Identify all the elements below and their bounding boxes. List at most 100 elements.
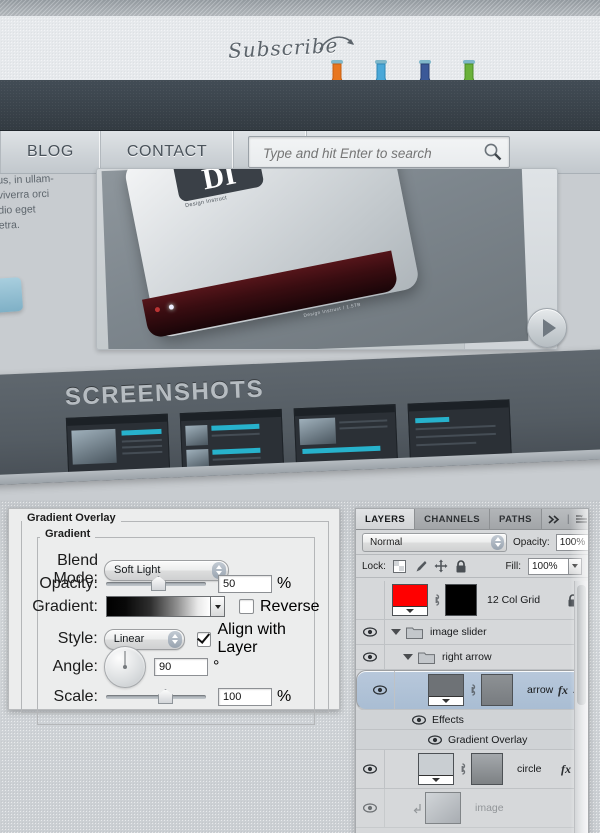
image-slider: DI Design Instruct Design Instruct / 1.5…	[96, 168, 558, 350]
opacity-slider-thumb[interactable]	[151, 576, 166, 591]
table-row[interactable]: image slider	[356, 620, 588, 645]
fill-dropdown-icon[interactable]	[569, 557, 582, 575]
layers-scrollbar-thumb[interactable]	[577, 585, 586, 705]
layer-name: circle	[517, 763, 542, 775]
move-lock-icon[interactable]	[434, 559, 448, 573]
clipping-mask-icon	[413, 803, 421, 813]
table-row[interactable]: 12 Col Grid	[356, 581, 588, 620]
layer-name: Effects	[432, 713, 464, 726]
scale-unit: %	[277, 688, 292, 705]
group-disclosure-icon[interactable]	[389, 629, 403, 635]
transparency-lock-icon[interactable]	[392, 559, 406, 573]
eye-icon[interactable]	[363, 803, 377, 813]
table-row[interactable]: arrow fx	[356, 670, 588, 710]
visibility-toggle[interactable]	[366, 671, 395, 709]
layer-name: image slider	[430, 626, 487, 638]
layer-opacity-value[interactable]: 100%	[555, 533, 588, 551]
angle-row: Angle: 90 °	[30, 646, 330, 688]
gradient-dropdown-button[interactable]	[211, 596, 225, 617]
fill-value[interactable]: 100%	[528, 557, 569, 575]
tab-channels[interactable]: CHANNELS	[415, 509, 491, 529]
layer-name: arrow	[527, 684, 554, 696]
search-input[interactable]	[261, 142, 465, 164]
folder-icon	[418, 651, 435, 664]
lock-row: Lock: Fill: 100%	[356, 555, 588, 578]
layer-name: right arrow	[442, 651, 492, 663]
style-value: Linear	[113, 633, 145, 645]
style-stepper-icon[interactable]	[167, 630, 182, 648]
layer-blend-mode-select[interactable]: Normal	[362, 532, 507, 552]
layer-thumbnail[interactable]	[392, 584, 428, 616]
panel-controls: |	[542, 509, 588, 529]
play-triangle-icon	[542, 319, 556, 337]
group-disclosure-icon[interactable]	[401, 654, 415, 660]
eye-icon[interactable]	[412, 714, 426, 725]
visibility-toggle[interactable]	[356, 620, 385, 644]
layer-thumbnail[interactable]	[425, 792, 461, 824]
gradient-group-title: Gradient	[40, 528, 96, 540]
slider-next-button[interactable]	[527, 308, 567, 348]
scale-slider[interactable]	[106, 689, 206, 704]
opacity-unit: %	[277, 575, 292, 592]
layer-thumbnail[interactable]	[428, 674, 464, 706]
table-row[interactable]: Effects	[356, 710, 588, 730]
link-icon[interactable]	[458, 762, 467, 776]
nav-item-contact[interactable]: CONTACT	[101, 131, 235, 173]
layers-panel-tabs: LAYERS CHANNELS PATHS |	[356, 509, 588, 530]
layer-name: Gradient Overlay	[448, 733, 528, 746]
folder-icon	[406, 626, 423, 639]
subscribe-arrow-icon	[319, 36, 354, 51]
layer-mask-thumbnail[interactable]	[481, 674, 513, 706]
layer-mask-thumbnail[interactable]	[445, 584, 477, 616]
eye-icon[interactable]	[363, 627, 377, 637]
lock-all-icon[interactable]	[455, 559, 467, 573]
double-chevron-right-icon[interactable]	[548, 514, 561, 524]
tab-layers[interactable]: LAYERS	[356, 509, 416, 529]
layer-opacity-label: Opacity:	[513, 536, 550, 548]
gradient-preview[interactable]	[106, 596, 211, 617]
table-row[interactable]: image	[356, 789, 588, 828]
table-row[interactable]: right arrow	[356, 645, 588, 670]
angle-dial[interactable]	[104, 646, 146, 688]
blend-opacity-row: Normal Opacity: 100%	[356, 530, 588, 555]
panel-menu-icon[interactable]	[575, 514, 588, 524]
visibility-toggle[interactable]	[356, 789, 385, 827]
search-box[interactable]	[248, 136, 510, 168]
brush-lock-icon[interactable]	[413, 560, 427, 573]
layer-mask-thumbnail[interactable]	[471, 753, 503, 785]
layers-scrollbar[interactable]	[574, 581, 588, 833]
fx-icon[interactable]: fx	[561, 762, 575, 777]
opacity-slider[interactable]	[106, 576, 206, 591]
screenshots-title: SCREENSHOTS	[64, 375, 265, 411]
angle-value-field[interactable]: 90	[154, 658, 208, 676]
tab-paths[interactable]: PATHS	[490, 509, 542, 529]
visibility-toggle[interactable]	[356, 645, 385, 669]
layers-list: 12 Col Grid image slider right arrow arr…	[356, 581, 588, 833]
eye-icon[interactable]	[428, 734, 442, 745]
eye-icon[interactable]	[363, 764, 377, 774]
dialog-title: Gradient Overlay	[22, 512, 121, 524]
table-row[interactable]: circle fx	[356, 750, 588, 789]
layer-thumbnail[interactable]	[418, 753, 454, 785]
scale-value-field[interactable]: 100	[218, 688, 272, 706]
fx-icon[interactable]: fx	[558, 683, 572, 698]
screenshots-section: SCREENSHOTS	[0, 348, 600, 486]
scale-slider-thumb[interactable]	[158, 689, 173, 704]
visibility-toggle[interactable]	[356, 750, 385, 788]
align-with-layer-checkbox[interactable]	[196, 631, 212, 647]
scale-row: Scale: 100 %	[30, 688, 330, 706]
search-icon[interactable]	[483, 142, 502, 161]
nav-item-blog[interactable]: BLOG	[0, 131, 101, 173]
eye-icon[interactable]	[363, 652, 377, 662]
gradient-label: Gradient:	[32, 597, 98, 615]
link-icon[interactable]	[432, 593, 441, 607]
eye-icon[interactable]	[373, 685, 387, 695]
layer-name: 12 Col Grid	[487, 594, 541, 606]
table-row[interactable]: Gradient Overlay	[356, 730, 588, 750]
angle-unit: °	[213, 658, 220, 675]
visibility-toggle[interactable]	[356, 581, 385, 619]
opacity-value-field[interactable]: 50	[218, 575, 272, 593]
link-icon[interactable]	[468, 683, 477, 697]
reverse-checkbox[interactable]	[239, 599, 254, 614]
layer-blend-stepper-icon[interactable]	[491, 534, 504, 550]
